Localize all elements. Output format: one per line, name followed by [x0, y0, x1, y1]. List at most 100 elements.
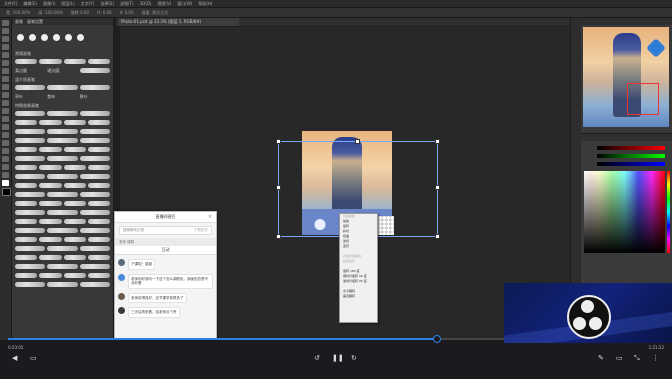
zoom-tool-icon[interactable]	[2, 172, 9, 178]
menu-item[interactable]: 选择(S)	[100, 1, 114, 7]
brush-tip[interactable]	[77, 33, 84, 41]
forward-icon[interactable]: ↻	[351, 354, 357, 362]
progress-knob[interactable]	[433, 335, 441, 343]
menu-item[interactable]: 图像(I)	[43, 1, 55, 7]
brush-row[interactable]: 柔边圆 硬边圆	[15, 67, 110, 75]
transform-handle[interactable]	[435, 139, 440, 144]
transform-handle[interactable]	[276, 234, 281, 239]
chat-search-input[interactable]: 搜索聊天记录 下载历史	[119, 226, 212, 235]
green-slider[interactable]	[597, 154, 665, 158]
background-color-swatch[interactable]	[2, 188, 11, 196]
hand-tool-icon[interactable]	[2, 164, 9, 170]
avatar[interactable]	[118, 292, 125, 300]
healing-tool-icon[interactable]	[2, 68, 9, 74]
brush-row[interactable]	[15, 236, 110, 244]
blue-slider[interactable]	[597, 162, 665, 166]
transform-handle[interactable]	[276, 185, 281, 190]
brush-row[interactable]	[15, 84, 110, 92]
transform-handle[interactable]	[355, 139, 360, 144]
brush-row[interactable]	[15, 146, 110, 154]
rotate-field[interactable]: 旋转 0.00	[71, 10, 89, 16]
brush-row[interactable]	[15, 227, 110, 235]
brush-folder[interactable]: 特殊效果画笔	[15, 103, 110, 108]
brush-row[interactable]	[15, 164, 110, 172]
path-select-tool-icon[interactable]	[2, 148, 9, 154]
menu-item[interactable]: 3D(D)	[140, 1, 152, 6]
brush-row[interactable]	[15, 200, 110, 208]
menu-item[interactable]: 窗口(W)	[177, 1, 192, 7]
brush-row[interactable]	[15, 272, 110, 280]
dodge-tool-icon[interactable]	[2, 124, 9, 130]
brush-row[interactable]	[15, 263, 110, 271]
navigator-view-box[interactable]	[627, 83, 659, 115]
skew-v-field[interactable]: V: 0.00	[120, 10, 134, 15]
brush-row[interactable]	[15, 119, 110, 127]
brush-row[interactable]	[15, 128, 110, 136]
more-icon[interactable]: ⋮	[652, 354, 659, 362]
shape-tool-icon[interactable]	[2, 156, 9, 162]
screen-icon[interactable]: ▭	[616, 354, 623, 362]
color-picker-field[interactable]	[584, 171, 665, 253]
menu-item[interactable]: 帮助(H)	[198, 1, 212, 7]
brush-row[interactable]	[15, 281, 110, 289]
brush-row[interactable]	[15, 155, 110, 163]
brush-row[interactable]	[15, 173, 110, 181]
gradient-tool-icon[interactable]	[2, 108, 9, 114]
menu-item[interactable]: 编辑(E)	[23, 1, 37, 7]
brush-row[interactable]	[15, 254, 110, 262]
eyedropper-tool-icon[interactable]	[2, 60, 9, 66]
transform-handle[interactable]	[435, 185, 440, 190]
stamp-tool-icon[interactable]	[2, 84, 9, 90]
transform-width-field[interactable]: 宽: 100.00%	[6, 10, 30, 16]
magic-wand-tool-icon[interactable]	[2, 44, 9, 50]
interpolation-select[interactable]: 插值: 两次立方	[142, 10, 169, 16]
rewind-icon[interactable]: ↺	[314, 354, 320, 362]
menu-item[interactable]: 文件(F)	[4, 1, 17, 7]
download-history-link[interactable]: 下载历史	[194, 227, 208, 234]
brush-tip[interactable]	[65, 33, 72, 41]
pen-tool-icon[interactable]	[2, 132, 9, 138]
context-menu-item[interactable]: 垂直翻转	[340, 294, 377, 299]
tab-brushes[interactable]: 画笔	[15, 19, 23, 25]
crop-tool-icon[interactable]	[2, 52, 9, 58]
foreground-color-swatch[interactable]	[2, 180, 9, 186]
lasso-tool-icon[interactable]	[2, 36, 9, 42]
tab-brush-settings[interactable]: 画笔设置	[27, 19, 43, 25]
red-slider[interactable]	[597, 146, 665, 150]
type-tool-icon[interactable]	[2, 140, 9, 146]
eraser-tool-icon[interactable]	[2, 100, 9, 106]
history-brush-tool-icon[interactable]	[2, 92, 9, 98]
brush-row[interactable]	[15, 191, 110, 199]
brush-tool-icon[interactable]	[2, 76, 9, 82]
brush-row[interactable]	[15, 137, 110, 145]
navigator-thumbnail[interactable]	[583, 27, 669, 127]
transform-handle[interactable]	[435, 234, 440, 239]
brush-row[interactable]	[15, 110, 110, 118]
exit-fullscreen-icon[interactable]: ⤡	[634, 354, 640, 362]
transform-height-field[interactable]: 高: 100.00%	[38, 10, 62, 16]
volume-icon[interactable]: ◀	[12, 354, 17, 362]
brush-tip[interactable]	[29, 33, 36, 41]
brush-row[interactable]	[15, 218, 110, 226]
hue-slider[interactable]	[667, 171, 670, 253]
menu-item[interactable]: 图层(L)	[61, 1, 74, 7]
brush-folder[interactable]: 常规画笔	[15, 51, 110, 56]
brush-tip[interactable]	[17, 33, 24, 41]
brush-tip[interactable]	[53, 33, 60, 41]
avatar[interactable]	[118, 259, 125, 266]
avatar[interactable]	[118, 273, 125, 281]
pause-icon[interactable]: ❚❚	[332, 354, 344, 362]
brush-folder[interactable]: 湿介质画笔	[15, 77, 110, 82]
document-tab[interactable]: Photo-01.psd @ 33.3% (图层 1, RGB/8#)	[118, 18, 239, 26]
brush-row[interactable]: 草叶 散布 枫叶	[15, 93, 110, 101]
brush-row[interactable]	[15, 209, 110, 217]
menu-item[interactable]: 滤镜(T)	[120, 1, 134, 7]
brush-row[interactable]	[15, 245, 110, 253]
brush-row[interactable]	[15, 182, 110, 190]
draw-icon[interactable]: ✎	[598, 354, 604, 362]
brush-row[interactable]	[15, 58, 110, 66]
avatar[interactable]	[118, 307, 125, 314]
skew-h-field[interactable]: H: 0.00	[97, 10, 112, 15]
danmaku-icon[interactable]: ▭	[30, 354, 37, 362]
blur-tool-icon[interactable]	[2, 116, 9, 122]
